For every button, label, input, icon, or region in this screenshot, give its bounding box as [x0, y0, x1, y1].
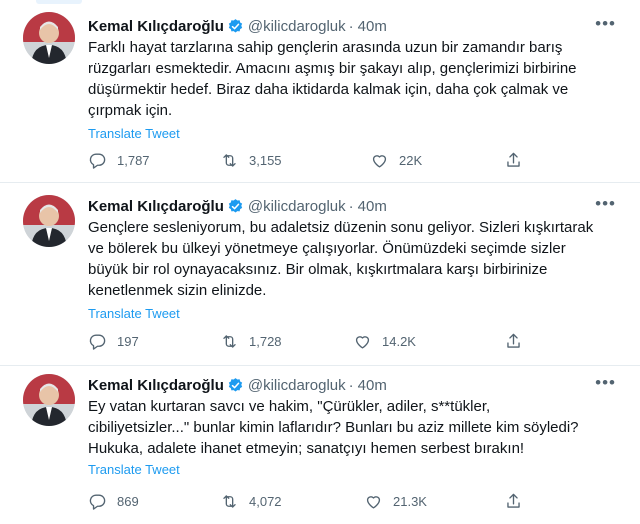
author-handle[interactable]: @kilicdarogluk: [248, 18, 346, 35]
translate-tweet-link[interactable]: Translate Tweet: [88, 126, 180, 141]
reply-icon: [89, 152, 106, 169]
reply-button[interactable]: 197: [88, 332, 139, 351]
retweet-count: 3,155: [249, 152, 282, 168]
retweet-button[interactable]: 4,072: [220, 492, 282, 511]
retweet-count: 4,072: [249, 493, 282, 509]
avatar[interactable]: [23, 195, 75, 247]
retweet-button[interactable]: 3,155: [220, 151, 282, 170]
tweet-actions: 197 1,728 14.2K: [88, 331, 548, 351]
tweet-text: Ey vatan kurtaran savcı ve hakim, "Çürük…: [88, 398, 579, 457]
avatar-photo-icon: [23, 12, 75, 64]
tweet-header: Kemal Kılıçdaroğlu @kilicdarogluk · 40m: [88, 16, 618, 36]
tweet-header: Kemal Kılıçdaroğlu @kilicdarogluk · 40m: [88, 196, 618, 216]
share-icon: [507, 333, 520, 348]
retweet-icon: [223, 153, 236, 167]
like-button[interactable]: 21.3K: [364, 492, 427, 511]
author-name[interactable]: Kemal Kılıçdaroğlu: [88, 18, 224, 35]
tweet[interactable]: Kemal Kılıçdaroğlu @kilicdarogluk · 40m …: [0, 0, 640, 183]
translate-tweet-link[interactable]: Translate Tweet: [88, 306, 180, 321]
author-name[interactable]: Kemal Kılıçdaroğlu: [88, 377, 224, 394]
share-button[interactable]: [504, 492, 523, 511]
author-name[interactable]: Kemal Kılıçdaroğlu: [88, 198, 224, 215]
author-handle[interactable]: @kilicdarogluk: [248, 377, 346, 394]
like-icon: [355, 335, 370, 349]
retweet-count: 1,728: [249, 333, 282, 349]
author-handle[interactable]: @kilicdarogluk: [248, 198, 346, 215]
like-icon: [366, 495, 381, 509]
reply-button[interactable]: 869: [88, 492, 139, 511]
verified-badge-icon: [227, 198, 244, 215]
translate-tweet-link[interactable]: Translate Tweet: [88, 462, 180, 477]
tweet-actions: 869 4,072 21.3K: [88, 491, 548, 511]
reply-count: 197: [117, 333, 139, 349]
separator-dot: ·: [348, 197, 354, 215]
retweet-button[interactable]: 1,728: [220, 332, 282, 351]
tweet[interactable]: Kemal Kılıçdaroğlu @kilicdarogluk · 40m …: [0, 366, 640, 524]
tweet-header: Kemal Kılıçdaroğlu @kilicdarogluk · 40m: [88, 375, 618, 395]
avatar[interactable]: [23, 374, 75, 426]
like-count: 22K: [399, 152, 423, 168]
reply-button[interactable]: 1,787: [88, 151, 150, 170]
more-icon[interactable]: •••: [595, 373, 616, 393]
avatar[interactable]: [23, 12, 75, 64]
avatar-photo-icon: [23, 374, 75, 426]
tweet-text: Gençlere sesleniyorum, bu adaletsiz düze…: [88, 219, 594, 299]
like-button[interactable]: 14.2K: [353, 332, 416, 351]
verified-badge-icon: [227, 18, 244, 35]
tweet-time[interactable]: 40m: [358, 198, 387, 215]
reply-icon: [89, 493, 106, 510]
separator-dot: ·: [348, 376, 354, 394]
reply-count: 1,787: [117, 152, 150, 168]
reply-count: 869: [117, 493, 139, 509]
tweet-text: Farklı hayat tarzlarına sahip gençlerin …: [88, 39, 577, 119]
like-button[interactable]: 22K: [370, 151, 422, 170]
separator-dot: ·: [348, 17, 354, 35]
retweet-icon: [223, 334, 236, 348]
tweet-time[interactable]: 40m: [358, 18, 387, 35]
tweet-actions: 1,787 3,155 22K: [88, 150, 548, 170]
more-icon[interactable]: •••: [595, 194, 616, 214]
like-count: 21.3K: [393, 493, 427, 509]
retweet-icon: [223, 494, 236, 508]
verified-badge-icon: [227, 377, 244, 394]
like-icon: [372, 154, 387, 168]
share-icon: [507, 493, 520, 508]
more-icon[interactable]: •••: [595, 14, 616, 34]
share-icon: [507, 152, 520, 167]
share-button[interactable]: [504, 151, 523, 170]
like-count: 14.2K: [382, 333, 416, 349]
tweet[interactable]: Kemal Kılıçdaroğlu @kilicdarogluk · 40m …: [0, 183, 640, 366]
share-button[interactable]: [504, 332, 523, 351]
tweet-time[interactable]: 40m: [358, 377, 387, 394]
avatar-photo-icon: [23, 195, 75, 247]
reply-icon: [89, 333, 106, 350]
